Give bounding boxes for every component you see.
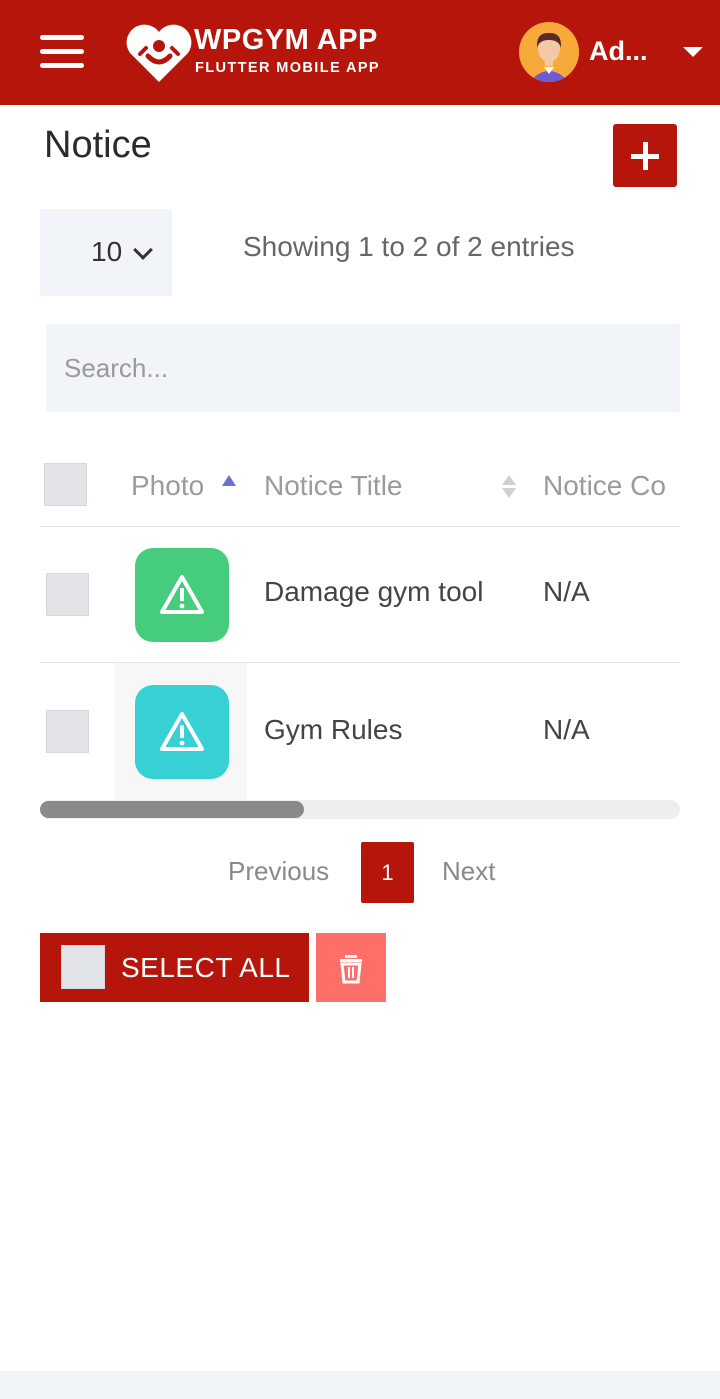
app-subtitle: FLUTTER MOBILE APP [195,60,380,76]
pagination-previous[interactable]: Previous [228,856,329,887]
entries-info: Showing 1 to 2 of 2 entries [243,231,575,262]
notice-photo [135,548,229,642]
chevron-down-icon [133,240,153,260]
notice-title: Gym Rules [264,714,403,745]
page-length-value: 10 [91,236,123,267]
select-all-checkbox[interactable] [61,945,105,989]
heart-logo-icon [126,24,192,82]
app-title: WPGYM APP [194,24,378,56]
warning-icon [160,712,204,751]
page-title: Notice [44,124,152,166]
app-header: WPGYM APP FLUTTER MOBILE APP Ad... [0,0,720,105]
scrollbar-thumb[interactable] [40,801,304,818]
column-header-photo[interactable]: Photo [131,470,204,502]
select-all-rows-checkbox[interactable] [44,463,87,506]
warning-icon [160,575,204,614]
app-logo: WPGYM APP FLUTTER MOBILE APP [126,22,406,84]
column-header-notice-content[interactable]: Notice Co [543,470,666,502]
notice-content: N/A [543,714,590,745]
add-notice-button[interactable] [613,124,677,187]
sort-icon[interactable] [502,488,516,498]
user-avatar-icon [519,22,579,82]
column-header-notice-title[interactable]: Notice Title [264,470,403,502]
avatar[interactable] [519,22,579,82]
select-all-button[interactable]: SELECT ALL [40,933,309,1002]
bottom-bar [0,1371,720,1399]
select-all-label: SELECT ALL [121,952,291,983]
notice-title: Damage gym tool [264,576,484,607]
sort-icon[interactable] [502,475,516,485]
notice-table: Photo Notice Title Notice Co Damage gym … [40,440,680,800]
pagination-next[interactable]: Next [442,856,495,887]
search-input[interactable] [46,324,680,412]
user-name[interactable]: Ad... [589,36,659,67]
delete-button[interactable] [316,933,386,1002]
row-checkbox[interactable] [46,710,89,753]
divider [40,526,680,527]
page-length-select[interactable]: 10 [40,209,172,296]
menu-icon[interactable] [40,35,84,69]
notice-photo [135,685,229,779]
sort-asc-icon[interactable] [222,475,236,486]
pagination-page-1[interactable]: 1 [361,842,414,903]
chevron-down-icon[interactable] [683,47,703,57]
row-checkbox[interactable] [46,573,89,616]
trash-icon [340,955,362,984]
notice-content: N/A [543,576,590,607]
